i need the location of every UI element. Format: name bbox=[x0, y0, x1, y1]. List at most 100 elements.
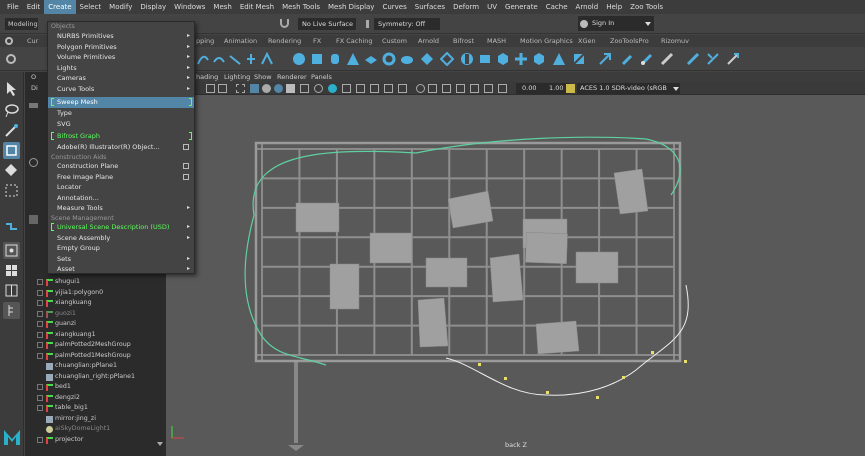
menu-cache[interactable]: Cache bbox=[542, 0, 572, 14]
lasso-tool-icon[interactable] bbox=[3, 102, 20, 119]
layout-single-icon[interactable] bbox=[3, 242, 20, 259]
color-management-icon[interactable] bbox=[566, 84, 575, 93]
settings-icon[interactable] bbox=[4, 52, 18, 66]
tab-zootoolspro[interactable]: ZooToolsPro bbox=[610, 35, 649, 47]
ao-icon[interactable] bbox=[314, 84, 323, 93]
textured-icon[interactable] bbox=[274, 84, 283, 93]
exposure-field[interactable]: 0.00 bbox=[516, 83, 546, 94]
tab-mash[interactable]: MASH bbox=[487, 35, 506, 47]
live-surface-field[interactable]: No Live Surface bbox=[298, 18, 356, 30]
menu-item-locator[interactable]: Locator bbox=[48, 182, 194, 193]
viewport-menu-shading[interactable]: hading bbox=[196, 72, 218, 82]
menu-windows[interactable]: Windows bbox=[170, 0, 209, 14]
chevron-down-icon[interactable] bbox=[645, 22, 651, 26]
smooth-icon[interactable] bbox=[532, 52, 546, 66]
outliner-display-label[interactable]: Di bbox=[31, 84, 38, 92]
expand-icon[interactable] bbox=[37, 300, 43, 306]
curve-tool-icon[interactable] bbox=[244, 52, 258, 66]
aa-icon[interactable] bbox=[328, 84, 337, 93]
expand-icon[interactable] bbox=[37, 321, 43, 327]
select-tool-icon[interactable] bbox=[3, 80, 20, 97]
menu-mesh-display[interactable]: Mesh Display bbox=[324, 0, 378, 14]
sphere-icon[interactable] bbox=[292, 52, 306, 66]
mode-selector[interactable]: Modeling bbox=[5, 18, 38, 30]
tab-rigging[interactable]: pping bbox=[196, 35, 214, 47]
tab-fx[interactable]: FX bbox=[313, 35, 321, 47]
viewport-icon[interactable] bbox=[456, 84, 465, 93]
cone-icon[interactable] bbox=[346, 52, 360, 66]
xray-active-icon[interactable] bbox=[384, 84, 393, 93]
tab-custom[interactable]: Custom bbox=[382, 35, 407, 47]
curve-tool-icon[interactable] bbox=[228, 52, 242, 66]
menu-surfaces[interactable]: Surfaces bbox=[411, 0, 449, 14]
menu-uv[interactable]: UV bbox=[483, 0, 501, 14]
scroll-down-icon[interactable] bbox=[157, 442, 163, 446]
menu-item-empty-group[interactable]: Empty Group bbox=[48, 243, 194, 254]
menu-edit[interactable]: Edit bbox=[23, 0, 45, 14]
expand-icon[interactable] bbox=[37, 437, 43, 443]
tab-motion-graphics[interactable]: Motion Graphics bbox=[520, 35, 573, 47]
bevel-icon[interactable] bbox=[478, 52, 492, 66]
extrude-icon[interactable] bbox=[460, 52, 474, 66]
menu-item-illustrator-object[interactable]: Adobe(R) Illustrator(R) Object... bbox=[48, 142, 194, 153]
expand-icon[interactable] bbox=[37, 353, 43, 359]
expand-icon[interactable] bbox=[37, 279, 43, 285]
mirror-icon[interactable] bbox=[552, 52, 566, 66]
disc-icon[interactable] bbox=[400, 52, 414, 66]
layout-four-icon[interactable] bbox=[3, 262, 20, 279]
lights-icon[interactable] bbox=[286, 84, 295, 93]
menu-help[interactable]: Help bbox=[602, 0, 626, 14]
plane-icon[interactable] bbox=[364, 52, 378, 66]
viewport-menu-renderer[interactable]: Renderer bbox=[277, 72, 307, 82]
tab-animation[interactable]: Animation bbox=[224, 35, 257, 47]
torus-icon[interactable] bbox=[382, 52, 396, 66]
menu-display[interactable]: Display bbox=[136, 0, 170, 14]
viewport-icon[interactable] bbox=[442, 84, 451, 93]
menu-item-cameras[interactable]: Cameras ▸ bbox=[48, 73, 194, 84]
paint-select-icon[interactable] bbox=[3, 122, 20, 139]
curve-tool-icon[interactable] bbox=[196, 52, 210, 66]
menu-item-polygon-primitives[interactable]: Polygon Primitives ▸ bbox=[48, 42, 194, 53]
menu-modify[interactable]: Modify bbox=[105, 0, 136, 14]
menu-mesh[interactable]: Mesh bbox=[209, 0, 235, 14]
menu-item-annotation[interactable]: Annotation... bbox=[48, 193, 194, 204]
arrow-icon[interactable] bbox=[598, 52, 612, 66]
list-item[interactable]: chuanglian:pPlane1 bbox=[25, 361, 166, 372]
brush-icon[interactable] bbox=[640, 52, 654, 66]
list-item[interactable]: palmPotted1MeshGroup bbox=[25, 351, 166, 362]
menu-select[interactable]: Select bbox=[76, 0, 106, 14]
layout-outliner-icon[interactable] bbox=[3, 302, 20, 319]
expand-icon[interactable] bbox=[37, 395, 43, 401]
tab-curves[interactable]: Cur bbox=[27, 35, 38, 47]
viewport-menu-panels[interactable]: Panels bbox=[311, 72, 332, 82]
menu-deform[interactable]: Deform bbox=[449, 0, 483, 14]
pencil-icon[interactable] bbox=[660, 52, 674, 66]
option-box-icon[interactable] bbox=[183, 163, 189, 169]
combine-icon[interactable] bbox=[439, 51, 455, 67]
colorspace-select[interactable]: ACES 1.0 SDR-video (sRGB bbox=[577, 83, 680, 94]
xray-icon[interactable] bbox=[356, 84, 365, 93]
tab-rizomuv[interactable]: Rizomuv bbox=[661, 35, 689, 47]
menu-item-measure-tools[interactable]: Measure Tools ▸ bbox=[48, 203, 194, 214]
list-item[interactable]: palmPotted2MeshGroup bbox=[25, 340, 166, 351]
viewport-menu-show[interactable]: Show bbox=[254, 72, 272, 82]
option-box-icon[interactable] bbox=[183, 144, 189, 150]
sculpt-icon[interactable] bbox=[620, 52, 634, 66]
menu-item-nurbs-primitives[interactable]: NURBS Primitives ▸ bbox=[48, 31, 194, 42]
grid-icon[interactable] bbox=[236, 84, 245, 93]
cylinder-icon[interactable] bbox=[328, 52, 342, 66]
backface-icon[interactable] bbox=[398, 84, 407, 93]
rotate-tool-icon[interactable] bbox=[3, 162, 20, 179]
menu-item-construction-plane[interactable]: Construction Plane bbox=[48, 161, 194, 172]
sign-in-button[interactable]: Sign In bbox=[578, 16, 654, 31]
menu-edit-mesh[interactable]: Edit Mesh bbox=[236, 0, 278, 14]
menu-zoo-tools[interactable]: Zoo Tools bbox=[626, 0, 667, 14]
list-item[interactable]: projector bbox=[25, 435, 166, 446]
curve-tool-icon[interactable] bbox=[212, 52, 226, 66]
menu-item-svg[interactable]: SVG bbox=[48, 119, 194, 130]
tab-arnold[interactable]: Arnold bbox=[418, 35, 439, 47]
outliner-tab-label[interactable]: O bbox=[31, 73, 36, 81]
smooth-shade-icon[interactable] bbox=[262, 84, 271, 93]
menu-item-volume-primitives[interactable]: Volume Primitives ▸ bbox=[48, 52, 194, 63]
list-item[interactable]: table_big1 bbox=[25, 403, 166, 414]
